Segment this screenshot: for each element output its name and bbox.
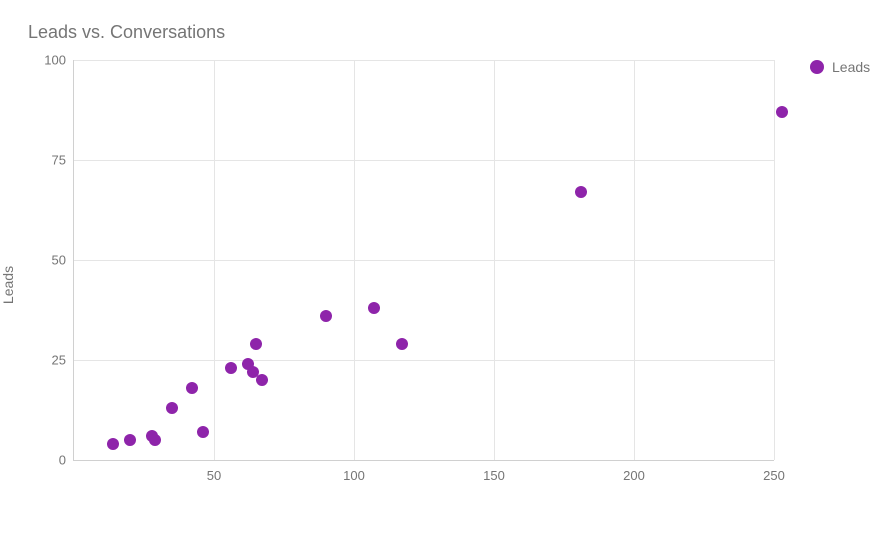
y-tick-label: 75	[52, 153, 74, 168]
gridline-vertical	[214, 60, 215, 460]
data-point	[166, 402, 178, 414]
data-point	[320, 310, 332, 322]
x-tick-label: 200	[623, 460, 645, 483]
data-point	[256, 374, 268, 386]
chart-title: Leads vs. Conversations	[28, 22, 225, 43]
y-tick-label: 25	[52, 353, 74, 368]
y-tick-label: 50	[52, 253, 74, 268]
legend-label: Leads	[832, 59, 870, 75]
data-point	[124, 434, 136, 446]
y-axis-label: Leads	[0, 266, 16, 304]
x-tick-label: 50	[207, 460, 221, 483]
chart-container: Leads vs. Conversations Leads Leads 0255…	[0, 0, 891, 551]
x-tick-label: 150	[483, 460, 505, 483]
data-point	[575, 186, 587, 198]
plot-area: 025507510050100150200250	[73, 60, 774, 461]
legend: Leads	[810, 59, 870, 75]
gridline-horizontal	[74, 260, 774, 261]
x-tick-label: 100	[343, 460, 365, 483]
gridline-horizontal	[74, 160, 774, 161]
legend-dot-icon	[810, 60, 824, 74]
gridline-vertical	[354, 60, 355, 460]
data-point	[107, 438, 119, 450]
gridline-vertical	[634, 60, 635, 460]
data-point	[776, 106, 788, 118]
y-tick-label: 0	[59, 453, 74, 468]
data-point	[250, 338, 262, 350]
data-point	[396, 338, 408, 350]
data-point	[197, 426, 209, 438]
data-point	[225, 362, 237, 374]
data-point	[368, 302, 380, 314]
data-point	[186, 382, 198, 394]
data-point	[149, 434, 161, 446]
gridline-horizontal	[74, 360, 774, 361]
gridline-vertical	[494, 60, 495, 460]
plot-wrap: Leads 025507510050100150200250 Conversat…	[28, 50, 788, 520]
gridline-vertical	[774, 60, 775, 460]
gridline-horizontal	[74, 60, 774, 61]
y-tick-label: 100	[44, 53, 74, 68]
x-tick-label: 250	[763, 460, 785, 483]
